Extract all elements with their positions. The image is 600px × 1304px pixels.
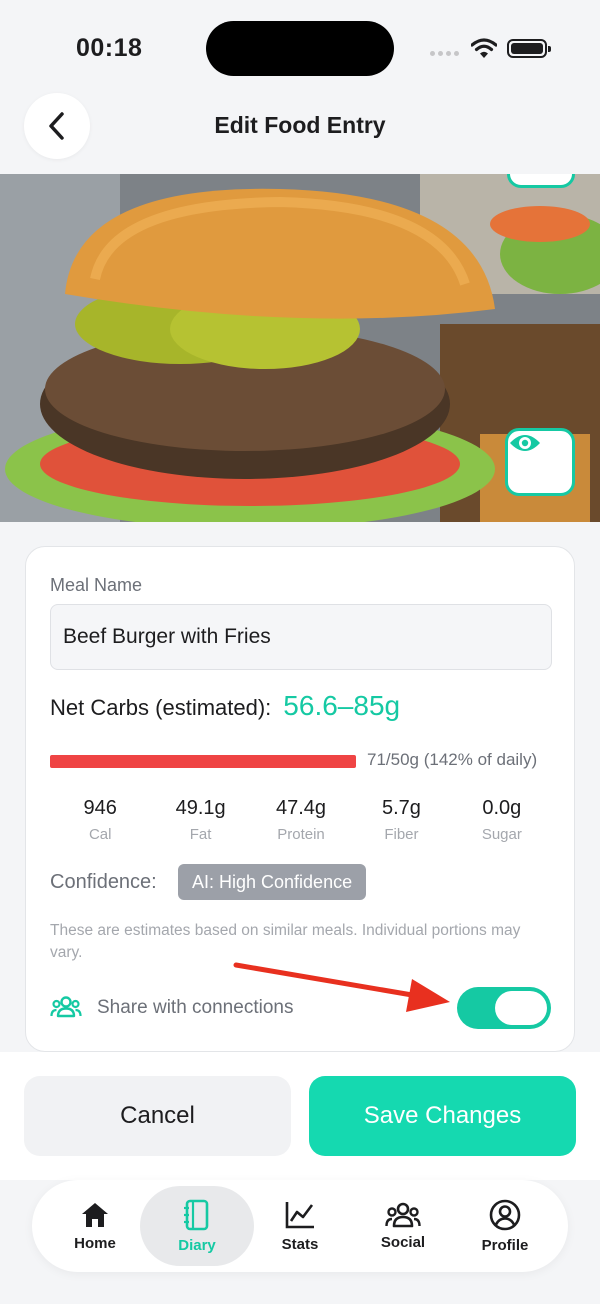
home-icon — [82, 1202, 108, 1227]
dynamic-island — [206, 21, 394, 76]
macro-value: 49.1g — [175, 797, 226, 819]
status-bar: 00:18 — [0, 0, 600, 96]
macro-label: Fat — [189, 826, 212, 843]
macro-value: 946 — [83, 797, 117, 819]
people-icon — [385, 1202, 421, 1227]
macro-value: 5.7g — [381, 797, 421, 819]
macro-value: 47.4g — [275, 797, 327, 819]
food-photo — [0, 174, 600, 522]
tab-label: Diary — [178, 1236, 216, 1254]
carb-progress-bar — [50, 755, 356, 768]
macro-label: Fiber — [384, 826, 419, 843]
tab-stats[interactable]: Stats — [243, 1186, 357, 1266]
save-changes-button[interactable]: Save Changes — [309, 1076, 576, 1156]
carb-progress-text: 71/50g (142% of daily) — [367, 750, 538, 769]
tab-label: Social — [380, 1233, 426, 1251]
net-carbs-value: 56.6–85g — [283, 690, 401, 721]
header: Edit Food Entry — [0, 93, 600, 174]
tab-diary[interactable]: Diary — [140, 1186, 254, 1266]
share-toggle[interactable] — [457, 987, 551, 1029]
battery-icon — [507, 39, 551, 58]
photo-top-button[interactable] — [507, 174, 575, 188]
cancel-button[interactable]: Cancel — [24, 1076, 291, 1156]
macro-fat: 49.1g Fat — [150, 797, 250, 843]
macro-label: Cal — [88, 826, 112, 843]
page-title: Edit Food Entry — [214, 112, 386, 138]
people-icon — [50, 996, 82, 1018]
share-label: Share with connections — [97, 997, 294, 1018]
carb-progress-fill — [50, 755, 356, 768]
tab-profile[interactable]: Profile — [448, 1186, 562, 1266]
confidence-badge: AI: High Confidence — [178, 864, 367, 900]
estimate-disclaimer: These are estimates based on similar mea… — [50, 922, 521, 961]
tab-social[interactable]: Social — [346, 1186, 460, 1266]
macro-calories: 946 Cal — [50, 797, 150, 843]
tab-home[interactable]: Home — [38, 1186, 152, 1266]
macro-value: 0.0g — [482, 797, 522, 819]
meal-name-input[interactable] — [50, 604, 552, 670]
macro-fiber: 5.7g Fiber — [351, 797, 451, 843]
meal-name-label: Meal Name — [50, 575, 143, 595]
status-time: 00:18 — [76, 34, 143, 62]
macro-label: Protein — [277, 826, 325, 843]
diary-icon — [184, 1199, 209, 1230]
view-photo-button[interactable] — [505, 428, 575, 496]
profile-icon — [489, 1199, 521, 1230]
macros-row: 946 Cal 49.1g Fat 47.4g Protein 5.7g Fib… — [50, 797, 552, 843]
wifi-icon — [471, 38, 497, 58]
tab-label: Profile — [481, 1236, 529, 1254]
eye-icon — [510, 435, 540, 451]
toggle-knob — [495, 991, 547, 1025]
macro-sugar: 0.0g Sugar — [452, 797, 552, 843]
food-entry-card: Meal Name Net Carbs (estimated): 56.6–85… — [25, 546, 575, 1052]
macro-label: Sugar — [481, 826, 522, 843]
tab-label: Stats — [281, 1235, 319, 1253]
tab-label: Home — [74, 1234, 116, 1252]
net-carbs-row: Net Carbs (estimated): 56.6–85g — [50, 690, 400, 722]
chart-icon — [285, 1201, 314, 1228]
confidence-label: Confidence: — [50, 871, 157, 893]
bottom-tab-bar: Home Diary Stats Social Profile — [32, 1180, 568, 1272]
macro-protein: 47.4g Protein — [251, 797, 351, 843]
net-carbs-label: Net Carbs (estimated): — [50, 695, 272, 720]
cellular-signal-icon — [430, 51, 459, 56]
